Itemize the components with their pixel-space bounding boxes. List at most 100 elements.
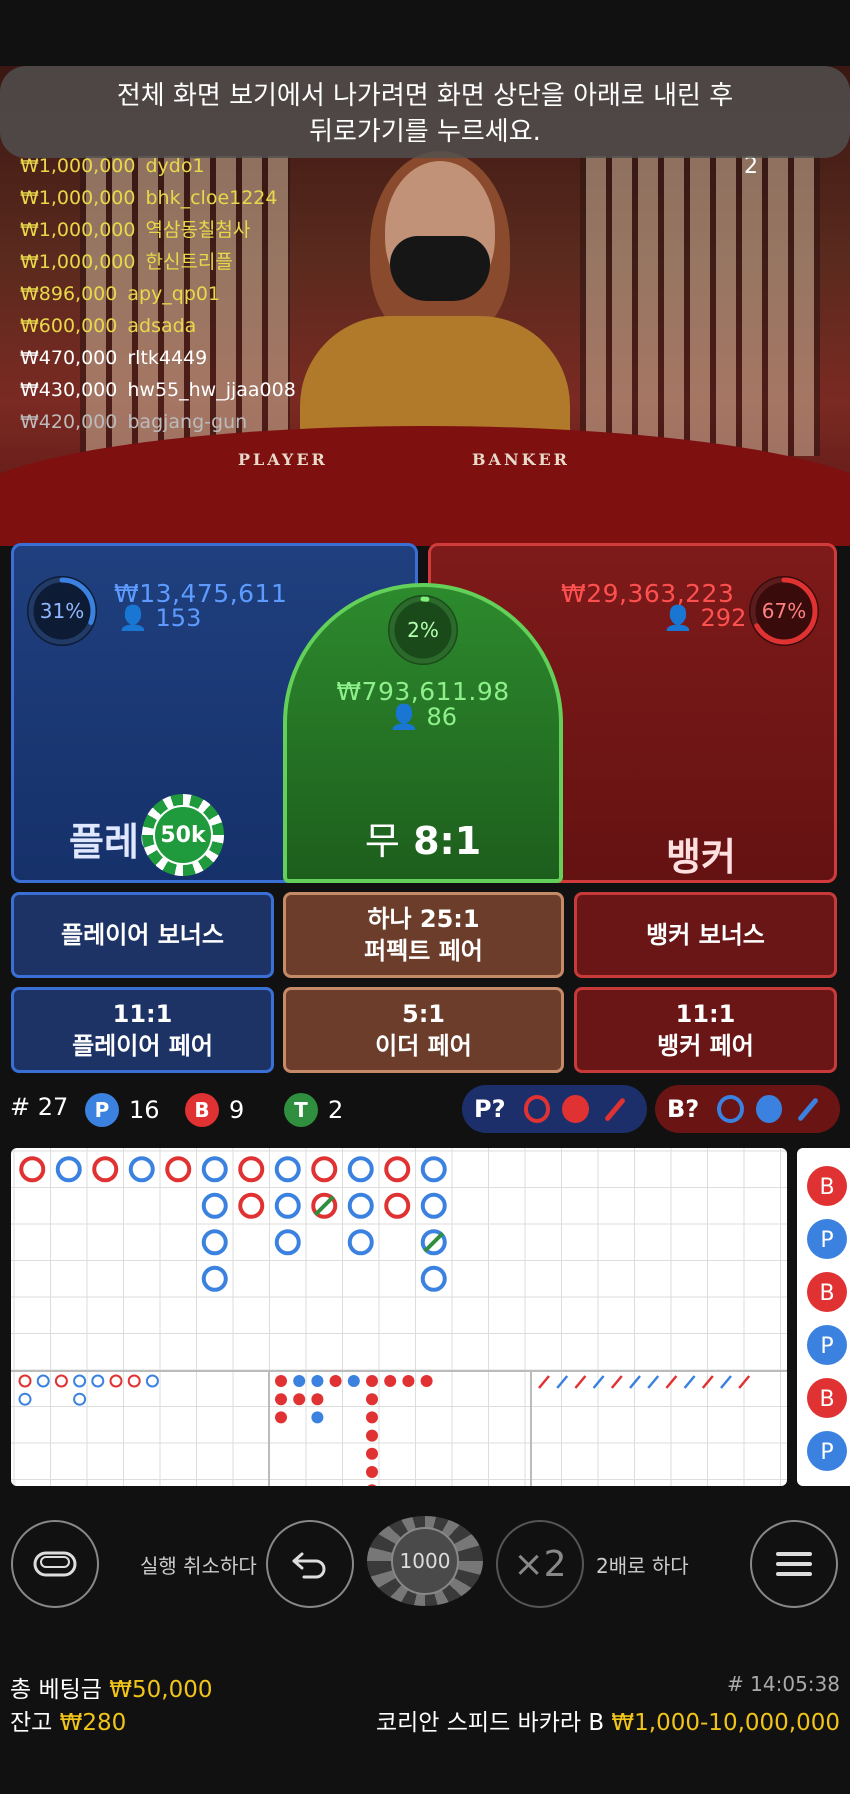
player-pair-label: 플레이어 페어 [72, 1032, 213, 1060]
bead-road-preview[interactable]: B P B P B P [797, 1148, 850, 1486]
big-road-mark [238, 1156, 265, 1183]
tie-slash-mark [313, 1195, 335, 1217]
perfect-pair-odds: 하나 25:1 [367, 905, 480, 933]
eye-road-mark [311, 1375, 324, 1387]
background-screen-right [580, 156, 820, 456]
banker-count-value: 292 [700, 604, 747, 632]
big-road-mark [347, 1156, 374, 1183]
leaderboard-amount: ₩1,000,000 [20, 155, 136, 177]
betting-area: 31% ₩13,475,611 👤 153 플레이어 50k ₩29,363,2… [0, 543, 850, 1083]
leaderboard-amount: ₩470,000 [20, 347, 118, 369]
eye-road-mark [366, 1429, 378, 1442]
toast-line-1: 전체 화면 보기에서 나가려면 화면 상단을 아래로 내린 후 [116, 81, 734, 111]
player-win-count: P 16 [85, 1093, 160, 1127]
banker-pair-button[interactable]: 11:1 뱅커 페어 [574, 987, 837, 1073]
player-ring-icon [717, 1095, 744, 1123]
cockroach-mark [683, 1375, 696, 1389]
person-icon: 👤 [663, 604, 693, 632]
banker-win-value: 9 [229, 1096, 245, 1124]
tie-percent-ring: 2% [388, 595, 458, 665]
tie-label: 무 8:1 [287, 810, 559, 865]
leaderboard-row: ₩430,000 hw55_hw_jjaa008 [20, 374, 296, 406]
leaderboard-username: hw55_hw_jjaa008 [127, 379, 296, 401]
big-road-mark [274, 1192, 301, 1219]
leaderboard-username: adsada [127, 315, 197, 337]
big-road-mark [311, 1156, 338, 1183]
eye-road-mark [366, 1447, 378, 1460]
chip-value: 1000 [391, 1527, 459, 1595]
leaderboard-amount: ₩896,000 [20, 283, 118, 305]
table-info: 코리안 스피드 바카라 B ₩1,000-10,000,000 [376, 1703, 840, 1737]
big-road-mark [238, 1192, 265, 1219]
bead-road-letter: P [820, 1440, 833, 1465]
tie-win-value: 2 [328, 1096, 344, 1124]
round-count: # 27 [10, 1093, 69, 1121]
bead-road-letter: P [820, 1228, 833, 1253]
bead-mark [127, 1374, 141, 1388]
either-pair-button[interactable]: 5:1 이더 페어 [283, 987, 564, 1073]
total-bet-label: 총 베팅금 [10, 1677, 102, 1703]
menu-button[interactable] [750, 1520, 838, 1608]
banker-label: 뱅커 [666, 835, 736, 879]
bead-road-letter: B [819, 1175, 834, 1200]
perfect-pair-button[interactable]: 하나 25:1 퍼펙트 페어 [283, 892, 564, 978]
cockroach-mark [647, 1375, 660, 1389]
placed-chip[interactable]: 50k [142, 794, 224, 876]
tie-dot-icon: T [284, 1093, 318, 1127]
eye-road-mark [293, 1375, 306, 1387]
big-road-mark [55, 1156, 82, 1183]
bead-mark [91, 1374, 105, 1388]
tie-bet-zone[interactable]: 2% ₩793,611.98 👤 86 무 8:1 [283, 583, 563, 883]
big-road-mark [384, 1192, 411, 1219]
balance-value: ₩280 [59, 1710, 127, 1736]
bead-mark [145, 1374, 159, 1388]
fullscreen-exit-toast: 전체 화면 보기에서 나가려면 화면 상단을 아래로 내린 후 뒤로가기를 누르… [0, 66, 850, 158]
leaderboard-row: ₩470,000 rltk4449 [20, 342, 296, 374]
eye-road-mark [311, 1411, 324, 1424]
leaderboard-amount: ₩600,000 [20, 315, 118, 337]
player-bonus-button[interactable]: 플레이어 보너스 [11, 892, 274, 978]
big-road-mark [274, 1156, 301, 1183]
big-road-mark [201, 1156, 228, 1183]
road-map[interactable] [11, 1148, 787, 1486]
double-icon: ×2 [513, 1543, 567, 1585]
leaderboard-username: 역삼동칠첨사 [145, 219, 251, 241]
player-count-value: 153 [155, 604, 202, 632]
eye-road-mark [366, 1375, 378, 1387]
eye-road-mark [311, 1393, 324, 1406]
eye-road-mark [366, 1466, 378, 1478]
tie-label-prefix: 무 [364, 819, 400, 863]
leaderboard-row: ₩600,000 adsada [20, 310, 296, 342]
stats-bar: # 27 P 16 B 9 T 2 P? B? [0, 1085, 850, 1135]
bead-mark [54, 1374, 68, 1388]
dealer-mask [390, 236, 490, 301]
banker-dot-icon [562, 1095, 589, 1123]
clock: # 14:05:38 [727, 1672, 840, 1696]
banker-pair-label: 뱅커 페어 [657, 1032, 754, 1060]
big-road-mark [128, 1156, 155, 1183]
leaderboard-username: rltk4449 [127, 347, 208, 369]
cockroach-mark [720, 1375, 732, 1389]
big-road-mark [347, 1192, 374, 1219]
double-button[interactable]: ×2 [496, 1520, 584, 1608]
tie-slash-mark [423, 1231, 445, 1253]
eye-road-mark [366, 1393, 378, 1406]
undo-button[interactable] [266, 1520, 354, 1608]
perfect-pair-label: 퍼펙트 페어 [364, 937, 483, 965]
chat-button[interactable] [11, 1520, 99, 1608]
tie-total-amount: ₩793,611.98 [336, 677, 510, 706]
player-predict-button[interactable]: P? [462, 1085, 647, 1133]
bead-mark [36, 1374, 50, 1388]
banker-ring-icon [523, 1095, 551, 1123]
placed-chip-value: 50k [153, 805, 213, 865]
big-road-mark [420, 1265, 447, 1292]
player-dot-icon [755, 1095, 782, 1123]
balance: 잔고 ₩280 [10, 1703, 126, 1737]
banker-predict-button[interactable]: B? [655, 1085, 840, 1133]
leaderboard-row: ₩1,000,000 한신트리플 [20, 246, 296, 278]
chip-selector[interactable]: 1000 [367, 1516, 483, 1606]
total-bet: 총 베팅금 ₩50,000 [10, 1670, 213, 1704]
player-pair-button[interactable]: 11:1 플레이어 페어 [11, 987, 274, 1073]
banker-bonus-button[interactable]: 뱅커 보너스 [574, 892, 837, 978]
tie-count-value: 86 [426, 703, 458, 731]
